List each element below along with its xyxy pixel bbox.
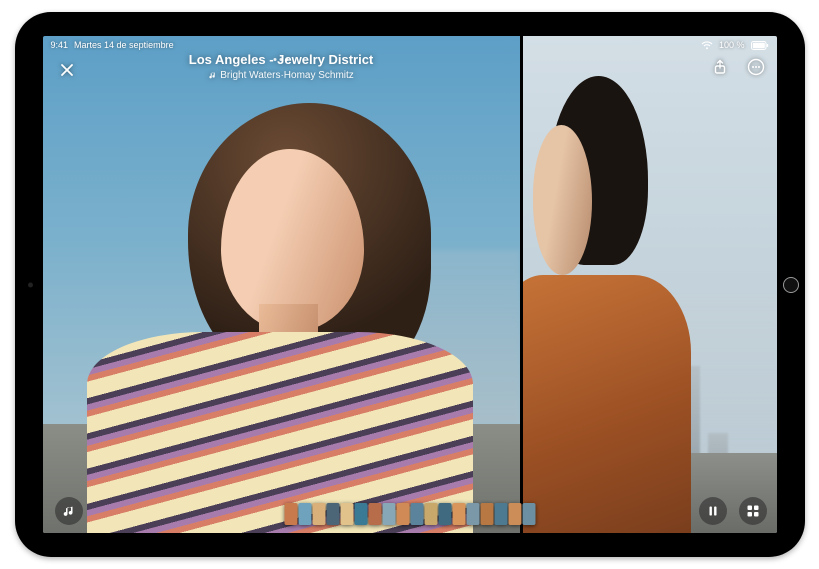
thumbnail[interactable]: [494, 503, 507, 525]
memory-photo-right[interactable]: [523, 36, 777, 533]
pause-icon: [707, 505, 719, 517]
more-icon: [747, 58, 765, 76]
more-button[interactable]: [745, 56, 767, 78]
memory-music-label: Bright Waters·Homay Schmitz: [208, 70, 354, 81]
wifi-icon: [701, 41, 713, 50]
grid-button[interactable]: [739, 497, 767, 525]
thumbnail[interactable]: [508, 503, 521, 525]
music-icon: [62, 504, 76, 518]
thumbnail[interactable]: [354, 503, 367, 525]
drag-handle-icon: [274, 58, 289, 61]
thumbnail[interactable]: [326, 503, 339, 525]
thumbnail[interactable]: [382, 503, 395, 525]
status-time: 9:41: [51, 40, 69, 50]
front-camera-dot: [28, 282, 33, 287]
status-date: Martes 14 de septiembre: [74, 40, 174, 50]
thumbnail[interactable]: [480, 503, 493, 525]
memory-title-block[interactable]: Los Angeles - Jewelry District Bright Wa…: [43, 52, 520, 85]
memory-photo-left[interactable]: Los Angeles - Jewelry District Bright Wa…: [43, 36, 520, 533]
thumbnail[interactable]: [466, 503, 479, 525]
ipad-frame: Los Angeles - Jewelry District Bright Wa…: [15, 12, 805, 557]
status-bar: 9:41 Martes 14 de septiembre 100 %: [43, 36, 777, 52]
thumbnail[interactable]: [522, 503, 535, 525]
thumbnail[interactable]: [424, 503, 437, 525]
share-icon: [712, 59, 728, 75]
thumbnail[interactable]: [298, 503, 311, 525]
thumbnail[interactable]: [438, 503, 451, 525]
thumbnail[interactable]: [368, 503, 381, 525]
thumbnail[interactable]: [340, 503, 353, 525]
screen: Los Angeles - Jewelry District Bright Wa…: [43, 36, 777, 533]
thumbnail[interactable]: [396, 503, 409, 525]
thumbnail[interactable]: [410, 503, 423, 525]
note-icon: [208, 71, 217, 80]
home-button[interactable]: [783, 277, 799, 293]
pause-button[interactable]: [699, 497, 727, 525]
close-icon: [59, 62, 75, 78]
grid-icon: [746, 504, 760, 518]
thumbnail[interactable]: [452, 503, 465, 525]
memory-thumbnail-strip[interactable]: [284, 503, 535, 525]
music-button[interactable]: [55, 497, 83, 525]
share-button[interactable]: [709, 56, 731, 78]
thumbnail[interactable]: [284, 503, 297, 525]
close-button[interactable]: [55, 58, 79, 82]
battery-icon: [751, 41, 769, 50]
thumbnail[interactable]: [312, 503, 325, 525]
status-battery-text: 100 %: [719, 40, 745, 50]
